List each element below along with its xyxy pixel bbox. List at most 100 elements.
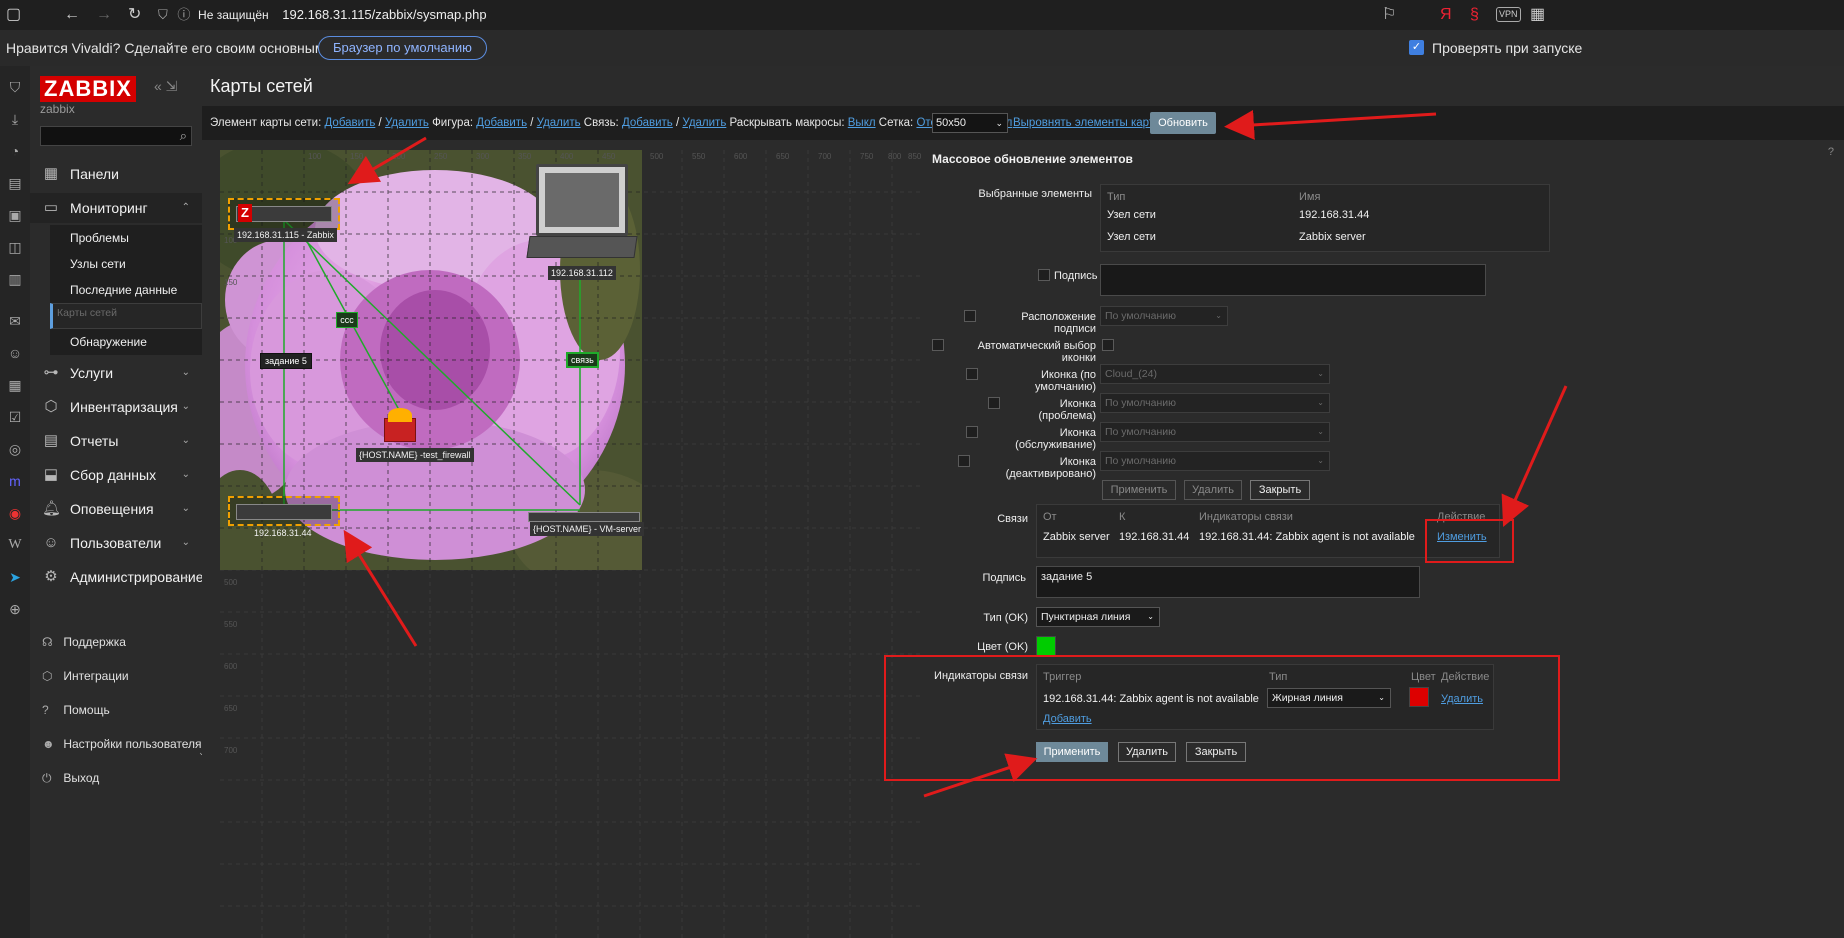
link-label-ccc[interactable]: ccc <box>336 312 358 328</box>
translate-panel-icon[interactable]: ▣ <box>6 206 24 224</box>
bookmark-icon[interactable]: ⚐ <box>1382 6 1396 24</box>
back-icon[interactable]: ← <box>64 6 80 24</box>
menu-users[interactable]: ☺ Пользователи ⌄ <box>30 528 202 558</box>
submenu-hosts[interactable]: Узлы сети <box>50 251 202 277</box>
map-canvas[interactable]: 100 150 200 250 300 350 400 450 500 550 … <box>220 150 922 938</box>
element-remove-link[interactable]: Удалить <box>385 117 429 129</box>
history-panel-icon[interactable]: ◔ <box>6 142 24 160</box>
icon-default-checkbox[interactable] <box>966 368 978 380</box>
icon-default-select[interactable]: Cloud_(24) ⌄ <box>1100 364 1330 384</box>
shape-remove-link[interactable]: Удалить <box>537 117 581 129</box>
label-position-checkbox[interactable] <box>964 310 976 322</box>
insecure-label: Не защищён <box>198 8 269 22</box>
telegram-panel-icon[interactable]: ➤ <box>6 568 24 586</box>
vivaldi-menu-icon[interactable]: ▦ <box>1530 6 1545 24</box>
label-position-select[interactable]: По умолчанию ⌄ <box>1100 306 1228 326</box>
auto-icon-checkbox[interactable] <box>932 339 944 351</box>
default-browser-button[interactable]: Браузер по умолчанию <box>318 36 487 60</box>
link-label: Связь: <box>583 117 619 129</box>
remove-disabled-button[interactable]: Удалить <box>1184 480 1242 500</box>
link-label-svyaz[interactable]: связь <box>566 352 599 368</box>
bookmarks-panel-icon[interactable]: ⛉ <box>6 78 24 96</box>
extension-icon[interactable]: § <box>1470 6 1479 24</box>
color-ok-swatch[interactable] <box>1036 636 1056 656</box>
panel-toggle-icon[interactable]: ▢ <box>6 6 21 24</box>
menu-dashboards[interactable]: ▦ Панели <box>30 159 202 189</box>
check-on-start-checkbox[interactable]: ✓ <box>1409 40 1424 55</box>
menu-help[interactable]: ? Помощь <box>42 703 110 717</box>
contacts-panel-icon[interactable]: ☺ <box>6 344 24 362</box>
forward-icon[interactable]: → <box>96 6 112 24</box>
menu-support[interactable]: ☊ Поддержка <box>42 635 126 649</box>
link-remove-link[interactable]: Удалить <box>682 117 726 129</box>
reload-icon[interactable]: ↻ <box>128 6 141 24</box>
link-label-task5[interactable]: задание 5 <box>260 353 312 369</box>
icon-disabled-select[interactable]: По умолчанию ⌄ <box>1100 451 1330 471</box>
chevron-down-icon: ⌄ <box>181 571 190 582</box>
separator: / <box>530 117 534 129</box>
submenu-discovery[interactable]: Обнаружение <box>50 329 202 355</box>
shape-add-link[interactable]: Добавить <box>476 117 527 129</box>
submenu-maps[interactable]: Карты сетей <box>50 303 202 329</box>
align-elements-link[interactable]: Выровнять элементы карты <box>1013 117 1162 129</box>
downloads-panel-icon[interactable]: ⤓ <box>6 110 24 128</box>
menu-monitoring[interactable]: ▭ Мониторинг ⌃ <box>30 193 202 223</box>
admin-icon: ⚙ <box>44 568 58 585</box>
laptop-screen-icon[interactable] <box>536 164 628 236</box>
type-ok-select[interactable]: Пунктирная линия ⌄ <box>1036 607 1160 627</box>
menu-logout[interactable]: ⏻ Выход <box>42 771 99 786</box>
menu-data-collection[interactable]: ⬓ Сбор данных ⌄ <box>30 460 202 490</box>
menu-services[interactable]: ⊶ Услуги ⌄ <box>30 358 202 388</box>
menu-inventory[interactable]: ⬡ Инвентаризация ⌄ <box>30 392 202 422</box>
menu-user-settings[interactable]: ☻ Настройки пользователя ⌄ <box>42 737 206 757</box>
mail-panel-icon[interactable]: ✉ <box>6 312 24 330</box>
menu-integrations[interactable]: ⬡ Интеграции <box>42 669 129 683</box>
search-input[interactable]: ⌕ <box>40 126 192 146</box>
reader-panel-icon[interactable]: ◫ <box>6 238 24 256</box>
tasks-panel-icon[interactable]: ☑ <box>6 408 24 426</box>
icon-problem-select[interactable]: По умолчанию ⌄ <box>1100 393 1330 413</box>
vpn-icon[interactable]: VPN <box>1496 7 1521 22</box>
apply-disabled-button[interactable]: Применить <box>1102 480 1176 500</box>
help-icon[interactable]: ? <box>1828 146 1834 158</box>
submenu-latest-data[interactable]: Последние данные <box>50 277 202 303</box>
label-textarea[interactable] <box>1100 264 1486 296</box>
vm-server-icon[interactable] <box>528 512 640 522</box>
search-icon[interactable]: ⌕ <box>180 128 187 144</box>
zabbix-logo[interactable]: ZABBIX <box>40 76 136 102</box>
separator: / <box>378 117 382 129</box>
menu-alerts[interactable]: 🔔︎ Оповещения ⌄ <box>30 494 202 524</box>
address-bar[interactable]: ⛉ ⓘ Не защищён 192.168.31.115/zabbix/sys… <box>158 4 1658 26</box>
menu-administration[interactable]: ⚙ Администрирование ⌄ <box>30 562 203 592</box>
icon-problem-label: Иконка (проблема) <box>1038 398 1096 422</box>
close-button[interactable]: Закрыть <box>1250 480 1310 500</box>
grid-size-select[interactable]: 50x50 ⌄ <box>932 113 1008 133</box>
menu-reports[interactable]: ▤ Отчеты ⌄ <box>30 426 202 456</box>
macros-toggle-link[interactable]: Выкл <box>848 117 876 129</box>
icon-disabled-checkbox[interactable] <box>958 455 970 467</box>
label-checkbox[interactable] <box>1038 269 1050 281</box>
icon-problem-checkbox[interactable] <box>988 397 1000 409</box>
server-44-element[interactable] <box>228 496 340 526</box>
update-button[interactable]: Обновить <box>1150 112 1216 134</box>
link-caption-textarea[interactable]: задание 5 <box>1036 566 1420 598</box>
auto-icon-value-checkbox[interactable] <box>1102 339 1114 351</box>
link-add-link[interactable]: Добавить <box>622 117 673 129</box>
calendar-panel-icon[interactable]: ▦ <box>6 376 24 394</box>
icon-maintenance-checkbox[interactable] <box>966 426 978 438</box>
data-collection-icon: ⬓ <box>43 466 59 483</box>
wikipedia-panel-icon[interactable]: W <box>6 536 24 554</box>
window-panel-icon[interactable]: ▥ <box>6 270 24 288</box>
element-add-link[interactable]: Добавить <box>325 117 376 129</box>
firewall-icon[interactable] <box>384 408 416 442</box>
zabbix-server-element[interactable]: Z <box>228 198 340 230</box>
notes-panel-icon[interactable]: ▤ <box>6 174 24 192</box>
submenu-problems[interactable]: Проблемы <box>50 225 202 251</box>
add-panel-icon[interactable]: ⊕ <box>6 600 24 618</box>
icon-maintenance-select[interactable]: По умолчанию ⌄ <box>1100 422 1330 442</box>
feeds-panel-icon[interactable]: ◎ <box>6 440 24 458</box>
mastodon-panel-icon[interactable]: m <box>6 472 24 490</box>
vivaldi-social-icon[interactable]: ◉ <box>6 504 24 522</box>
collapse-sidebar-icon[interactable]: « ⇲ <box>154 78 177 95</box>
yandex-icon[interactable]: Я <box>1440 6 1452 24</box>
